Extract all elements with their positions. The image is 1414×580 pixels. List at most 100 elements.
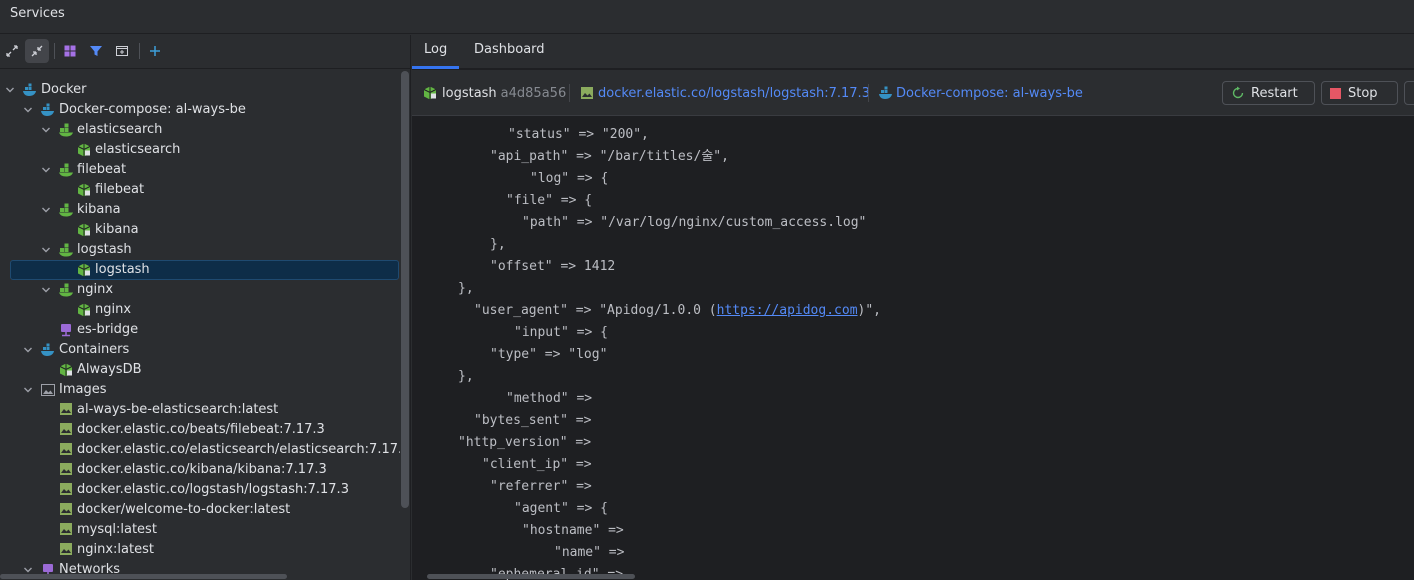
image-icon: [59, 502, 75, 518]
tab-dashboard[interactable]: Dashboard: [462, 35, 557, 69]
restart-button[interactable]: Restart: [1222, 81, 1315, 105]
service-icon: [58, 282, 74, 298]
compose-icon: [879, 86, 892, 99]
log-line: "status" => "200",: [508, 127, 649, 143]
image-link[interactable]: docker.elastic.co/logstash/logstash:7.17…: [580, 84, 870, 102]
tree-item-network[interactable]: es-bridge: [0, 320, 400, 340]
tree-item-service[interactable]: kibana: [0, 200, 400, 220]
tree-item-service[interactable]: elasticsearch: [0, 120, 400, 140]
service-icon: [58, 242, 74, 258]
tree-item-image[interactable]: docker.elastic.co/elasticsearch/elastics…: [0, 440, 400, 460]
collapse-all-button[interactable]: [25, 39, 49, 63]
services-panel: Docker Docker-compose: al-ways-be elastics…: [0, 35, 411, 580]
tree-horizontal-scrollbar[interactable]: [0, 574, 287, 579]
tree-vertical-scrollbar[interactable]: [401, 71, 409, 508]
containers-icon: [40, 342, 56, 358]
log-text: "hostname" =>: [522, 523, 624, 538]
log-line: },: [458, 369, 474, 385]
add-service-button[interactable]: [143, 39, 167, 63]
container-icon: [423, 86, 437, 100]
log-line: "http_version" =>: [458, 435, 591, 451]
tree-item-image[interactable]: al-ways-be-elasticsearch:latest: [0, 400, 400, 420]
log-output: "status" => "200", "api_path" => "/bar/ti…: [412, 117, 1414, 580]
tree-item-container[interactable]: kibana: [0, 220, 400, 240]
more-actions-button[interactable]: [1404, 81, 1414, 105]
tree-item-label: nginx: [95, 302, 132, 317]
tree-item-container[interactable]: nginx: [0, 300, 400, 320]
group-by-button[interactable]: [58, 39, 82, 63]
tree-item-compose[interactable]: Docker-compose: al-ways-be: [0, 100, 400, 120]
tree-item-image[interactable]: docker.elastic.co/beats/filebeat:7.17.3: [0, 420, 400, 440]
expand-all-button[interactable]: [0, 39, 24, 63]
chevron-down-icon[interactable]: [40, 243, 52, 257]
image-name: docker.elastic.co/logstash/logstash:7.17…: [598, 85, 870, 101]
images-icon: [40, 382, 56, 398]
new-view-button[interactable]: [110, 39, 134, 63]
log-line: "user_agent" => "Apidog/1.0.0 (https://a…: [474, 303, 881, 319]
image-icon: [59, 522, 75, 538]
tree-item-containers[interactable]: Containers: [0, 340, 400, 360]
log-text: },: [490, 237, 506, 252]
tree-item-service[interactable]: nginx: [0, 280, 400, 300]
tree-item-label: elasticsearch: [77, 122, 163, 137]
log-text: "agent" => {: [514, 501, 608, 516]
chevron-down-icon[interactable]: [4, 83, 16, 97]
container-icon: [76, 182, 92, 198]
log-line: "file" => {: [506, 193, 592, 209]
tree-item-label: nginx: [77, 282, 114, 297]
tree-item-container[interactable]: logstash: [0, 260, 400, 280]
tree-item-label: mysql:latest: [77, 522, 157, 537]
tree-item-service[interactable]: logstash: [0, 240, 400, 260]
tree-item-container[interactable]: AlwaysDB: [0, 360, 400, 380]
collapse-all-icon: [31, 45, 43, 57]
chevron-down-icon[interactable]: [22, 103, 34, 117]
tree-item-label: logstash: [95, 262, 150, 277]
tree-item-image[interactable]: docker.elastic.co/kibana/kibana:7.17.3: [0, 460, 400, 480]
log-link[interactable]: https://apidog.com: [717, 303, 858, 318]
log-line: "api_path" => "/bar/titles/술",: [490, 149, 729, 165]
log-line: },: [458, 281, 474, 297]
tree-item-label: al-ways-be-elasticsearch:latest: [77, 402, 279, 417]
log-text: "path" => "/var/log/nginx/custom_access.…: [522, 215, 867, 230]
stop-button[interactable]: Stop: [1321, 81, 1398, 105]
log-horizontal-scrollbar[interactable]: [427, 574, 635, 579]
log-line: "input" => {: [514, 325, 608, 341]
log-text: "bytes_sent" =>: [474, 413, 592, 428]
toolbar-separator: [139, 43, 140, 59]
tree-item-label: es-bridge: [77, 322, 139, 337]
log-text: "offset" => 1412: [490, 259, 616, 274]
tree-item-image[interactable]: mysql:latest: [0, 520, 400, 540]
chevron-down-icon[interactable]: [22, 343, 34, 357]
tree-item-label: docker.elastic.co/beats/filebeat:7.17.3: [77, 422, 325, 437]
image-icon: [59, 442, 75, 458]
compose-link[interactable]: Docker-compose: al-ways-be: [878, 84, 1083, 102]
tree-item-container[interactable]: elasticsearch: [0, 140, 400, 160]
container-icon: [76, 142, 92, 158]
selection-highlight: [10, 260, 399, 280]
tree-item-image[interactable]: docker.elastic.co/logstash/logstash:7.17…: [0, 480, 400, 500]
chevron-down-icon[interactable]: [22, 383, 34, 397]
tree-item-label: Docker-compose: al-ways-be: [59, 102, 246, 117]
container-info-bar: logstash a4d85a56 docker.elastic.co/logs…: [412, 70, 1414, 116]
tree-item-docker[interactable]: Docker: [0, 80, 400, 100]
chevron-down-icon[interactable]: [40, 283, 52, 297]
expand-all-icon: [6, 45, 18, 57]
chevron-down-icon[interactable]: [40, 123, 52, 137]
container-name[interactable]: logstash a4d85a56: [422, 84, 566, 102]
add-icon: [150, 46, 160, 56]
tree-item-images[interactable]: Images: [0, 380, 400, 400]
tree-item-label: Docker: [41, 82, 87, 97]
tree-item-label: kibana: [95, 222, 139, 237]
container-icon: [76, 302, 92, 318]
filter-button[interactable]: [84, 39, 108, 63]
tree-item-image[interactable]: docker/welcome-to-docker:latest: [0, 500, 400, 520]
chevron-down-icon[interactable]: [40, 203, 52, 217]
tree-item-image[interactable]: nginx:latest: [0, 540, 400, 560]
log-text: "api_path" => "/bar/titles/술",: [490, 149, 729, 164]
tree-item-container[interactable]: filebeat: [0, 180, 400, 200]
service-details-panel: Log Dashboard logstash a4d85a56 docker.e…: [412, 35, 1414, 580]
tree-item-label: docker/welcome-to-docker:latest: [77, 502, 291, 517]
tree-item-service[interactable]: filebeat: [0, 160, 400, 180]
chevron-down-icon[interactable]: [40, 163, 52, 177]
tab-log[interactable]: Log: [412, 35, 460, 69]
